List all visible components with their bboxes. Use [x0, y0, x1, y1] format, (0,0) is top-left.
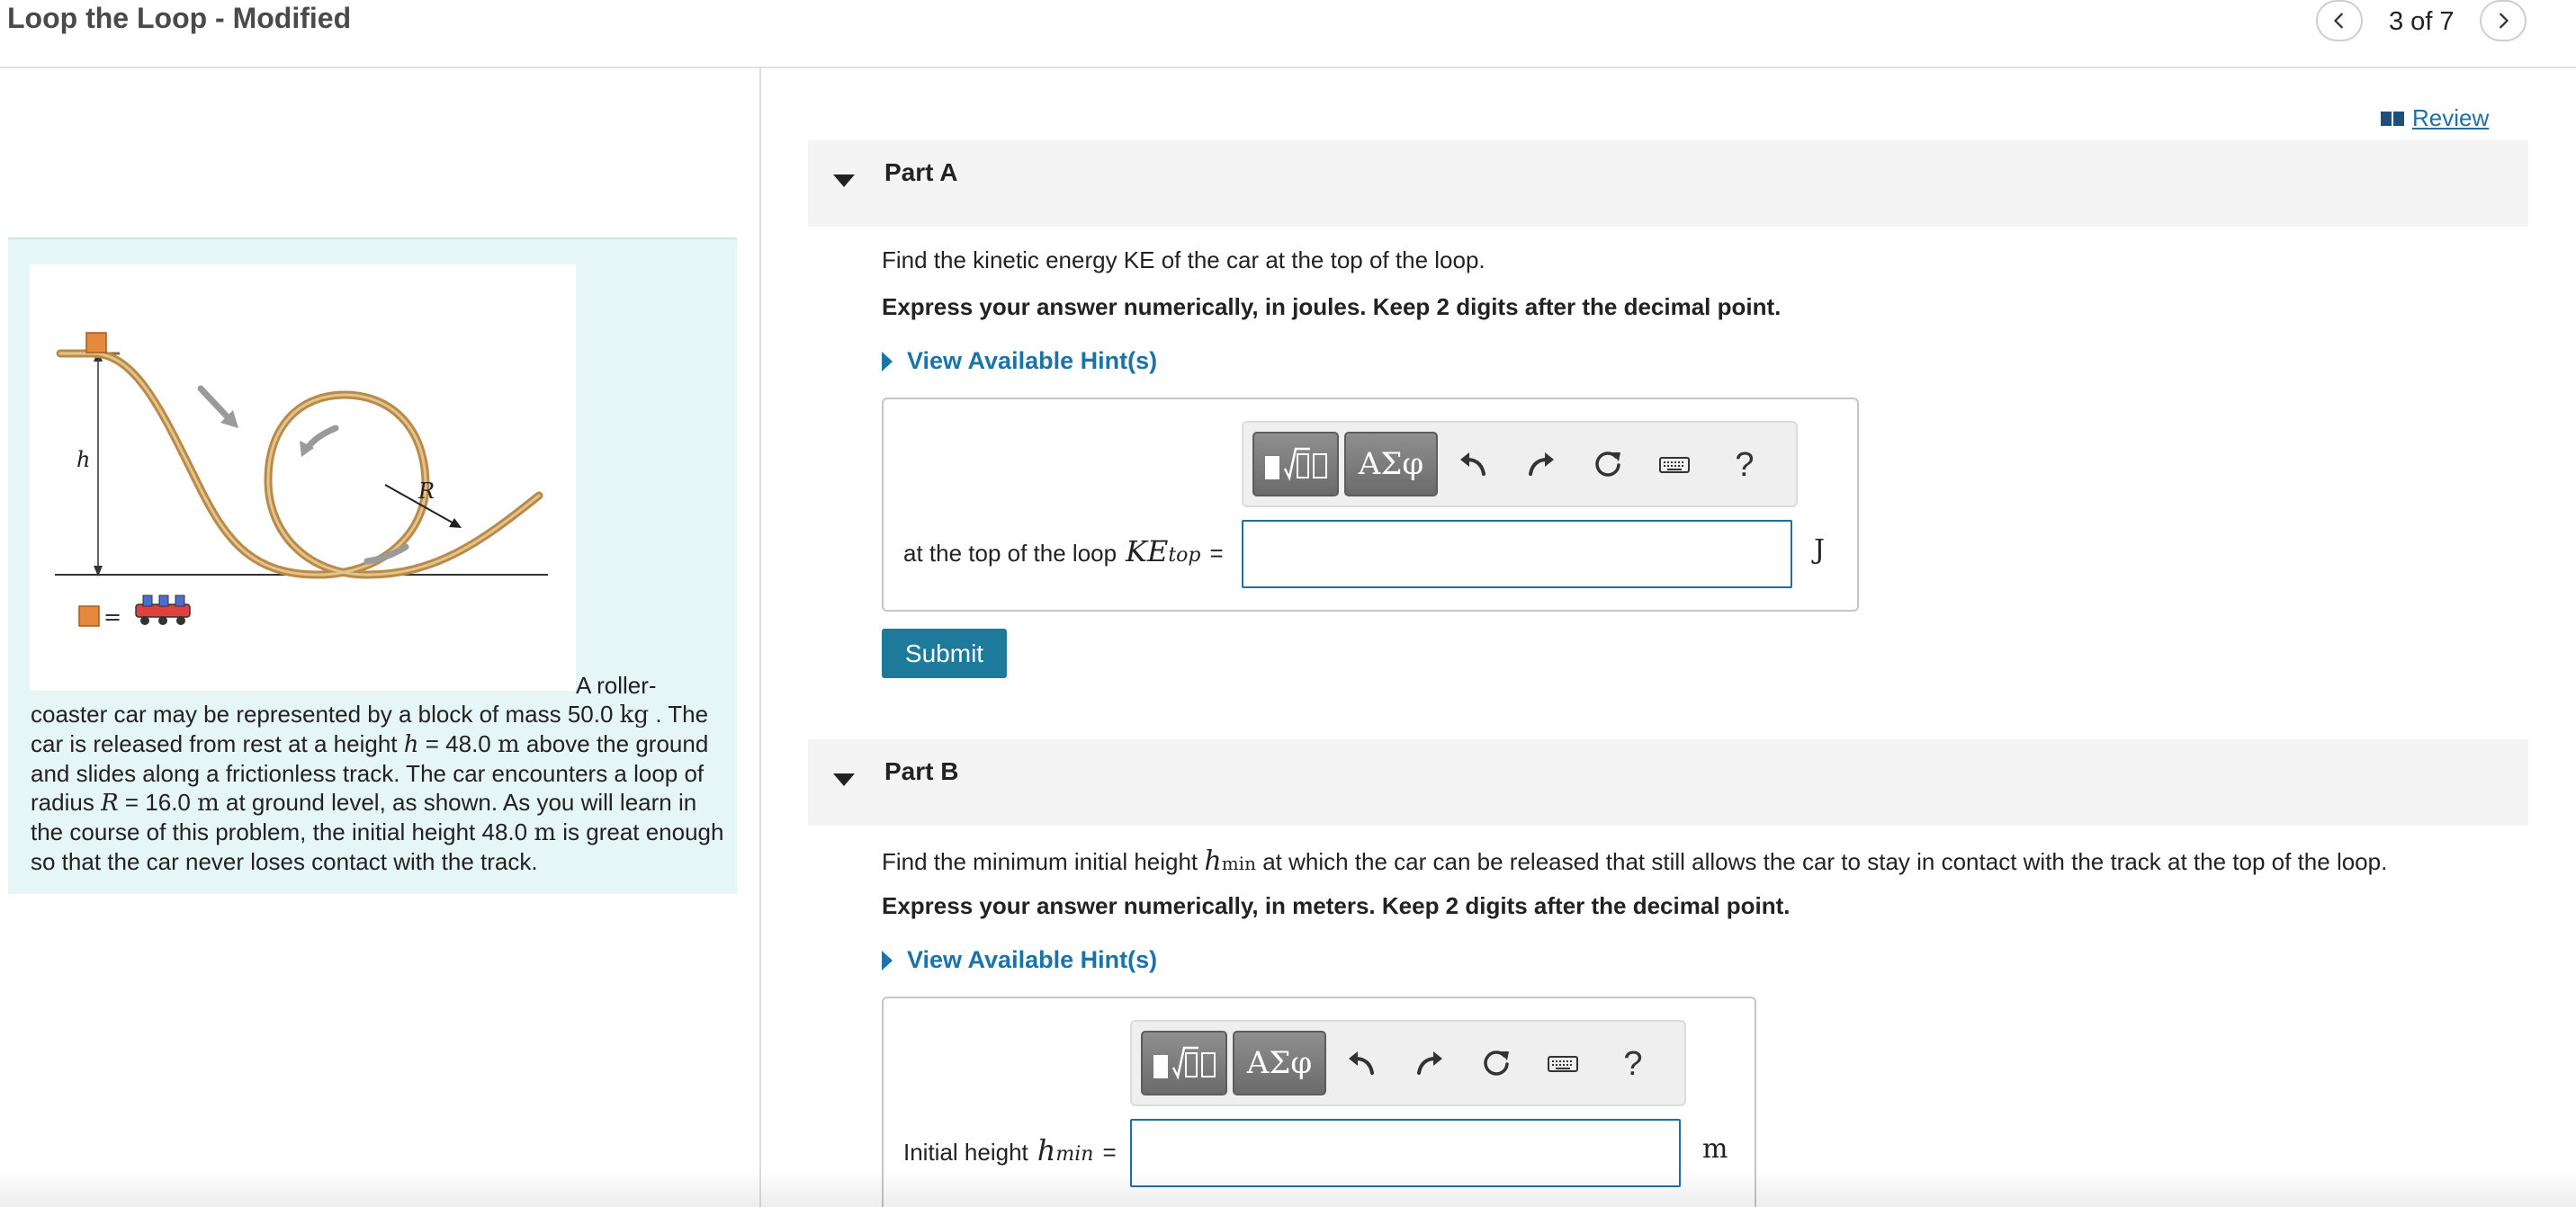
- collapse-triangle-icon[interactable]: [833, 773, 855, 786]
- review-link[interactable]: Review: [2380, 104, 2489, 132]
- reset-icon[interactable]: [1585, 441, 1630, 489]
- part-a-instruction: Express your answer numerically, in joul…: [882, 293, 1782, 320]
- templates-icon: [1153, 1046, 1216, 1080]
- templates-icon: [1265, 447, 1327, 481]
- part-a-answer-input[interactable]: [1242, 520, 1792, 588]
- symbols-button[interactable]: ΑΣφ: [1344, 432, 1438, 496]
- panel-divider: [759, 68, 761, 1207]
- redo-icon[interactable]: [1519, 441, 1564, 489]
- redo-icon[interactable]: [1407, 1040, 1452, 1088]
- help-icon[interactable]: ?: [1611, 1040, 1656, 1088]
- previous-item-button[interactable]: [2316, 0, 2363, 41]
- part-b-instruction: Express your answer numerically, in mete…: [882, 892, 1791, 919]
- part-b-answer-box: ΑΣφ ? Initial height hmin = m: [882, 997, 1756, 1207]
- chevron-left-icon: [2334, 13, 2343, 29]
- book-icon: [2381, 111, 2404, 126]
- submit-button[interactable]: Submit: [882, 629, 1007, 678]
- math-toolbar: ΑΣφ ?: [1130, 1020, 1686, 1106]
- part-b-question: Find the minimum initial height hmin at …: [882, 845, 2388, 877]
- next-item-button[interactable]: [2480, 0, 2527, 41]
- chevron-right-icon: [2500, 13, 2509, 29]
- symbols-button[interactable]: ΑΣφ: [1233, 1031, 1326, 1095]
- review-label[interactable]: Review: [2412, 104, 2489, 132]
- part-b-answer-label: Initial height hmin =: [903, 1133, 1117, 1167]
- templates-button[interactable]: [1141, 1031, 1227, 1095]
- part-a-unit: J: [1814, 534, 1826, 566]
- loop-diagram: h R =: [30, 264, 576, 691]
- part-a-header[interactable]: Part A: [808, 140, 2528, 227]
- part-b-hint-toggle[interactable]: View Available Hint(s): [882, 946, 1157, 974]
- hint-label[interactable]: View Available Hint(s): [907, 347, 1157, 375]
- roller-coaster-car-icon: [135, 595, 191, 625]
- undo-icon[interactable]: [1450, 441, 1495, 489]
- item-counter: 3 of 7: [2389, 7, 2455, 36]
- part-a-answer-label: at the top of the loop KEtop =: [903, 534, 1224, 568]
- undo-icon[interactable]: [1339, 1040, 1384, 1088]
- part-b-unit: m: [1702, 1133, 1728, 1165]
- part-b-answer-input[interactable]: [1130, 1119, 1681, 1187]
- part-b-title: Part B: [884, 757, 959, 785]
- templates-button[interactable]: [1252, 432, 1339, 496]
- reset-icon[interactable]: [1474, 1040, 1519, 1088]
- part-a-title: Part A: [884, 158, 958, 186]
- collapse-triangle-icon[interactable]: [833, 174, 855, 187]
- h-label: h: [76, 447, 90, 472]
- hint-label[interactable]: View Available Hint(s): [907, 946, 1157, 974]
- top-bar: Loop the Loop - Modified 3 of 7: [0, 0, 2576, 68]
- math-toolbar: ΑΣφ ?: [1242, 421, 1798, 507]
- part-a-hint-toggle[interactable]: View Available Hint(s): [882, 347, 1157, 375]
- R-label: R: [417, 478, 435, 504]
- block-icon: [85, 332, 107, 353]
- part-a-question: Find the kinetic energy KE of the car at…: [882, 246, 1485, 273]
- svg-text:=: =: [103, 604, 121, 630]
- problem-statement: A roller- coaster car may be represented…: [31, 672, 724, 875]
- problem-intro: h R = A roller- coaster car may be repre…: [8, 237, 737, 894]
- help-icon[interactable]: ?: [1722, 441, 1767, 489]
- expand-triangle-icon: [882, 950, 893, 970]
- part-a-answer-box: ΑΣφ ? at the top of the loop KEtop = J: [882, 398, 1859, 612]
- page-title: Loop the Loop - Modified: [7, 2, 352, 34]
- keyboard-icon[interactable]: [1652, 441, 1697, 489]
- expand-triangle-icon: [882, 351, 893, 371]
- keyboard-icon[interactable]: [1540, 1040, 1585, 1088]
- part-b-header[interactable]: Part B: [808, 739, 2528, 826]
